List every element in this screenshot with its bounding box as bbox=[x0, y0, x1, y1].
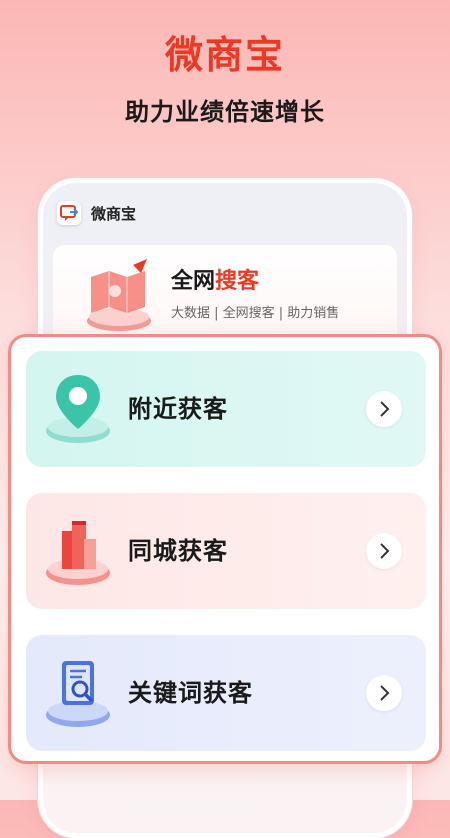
option-same-city[interactable]: 同城获客 bbox=[26, 493, 426, 609]
mockup-header: 微商宝 bbox=[57, 201, 136, 225]
banner-title: 全网搜客 bbox=[171, 269, 260, 294]
option-label: 附近获客 bbox=[128, 395, 228, 423]
option-nearby[interactable]: 附近获客 bbox=[26, 351, 426, 467]
location-pin-icon bbox=[42, 369, 114, 453]
app-logo-icon bbox=[57, 201, 81, 225]
chevron-right-icon[interactable] bbox=[366, 391, 402, 427]
option-keyword[interactable]: 关键词获客 bbox=[26, 635, 426, 751]
mockup-app-name: 微商宝 bbox=[91, 204, 137, 223]
app-title: 微商宝 bbox=[164, 33, 285, 77]
search-banner[interactable]: 全网搜客 大数据 | 全网搜客 | 助力销售 bbox=[53, 245, 397, 345]
banner-subtitle: 大数据 | 全网搜客 | 助力销售 bbox=[171, 306, 340, 321]
option-label: 同城获客 bbox=[128, 537, 228, 565]
map-pin-illustration-icon bbox=[79, 255, 159, 339]
chevron-right-icon[interactable] bbox=[366, 675, 402, 711]
city-building-icon bbox=[42, 511, 114, 595]
acquisition-options-panel: 附近获客 同城获客 关键词获客 bbox=[8, 334, 442, 764]
chevron-right-icon[interactable] bbox=[366, 533, 402, 569]
option-label: 关键词获客 bbox=[128, 679, 253, 707]
app-slogan: 助力业绩倍速增长 bbox=[125, 98, 325, 126]
keyword-search-icon bbox=[42, 653, 114, 737]
